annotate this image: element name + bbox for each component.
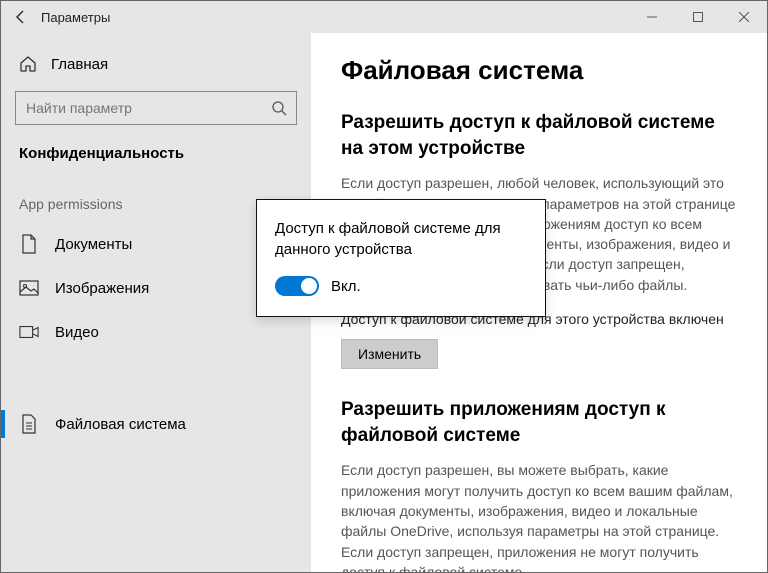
sidebar-home-label: Главная	[51, 56, 108, 73]
sidebar-item-label: Видео	[55, 324, 99, 341]
change-button[interactable]: Изменить	[341, 339, 438, 369]
video-icon	[19, 322, 39, 342]
sidebar-item-label: Изображения	[55, 280, 149, 297]
search-box[interactable]	[15, 91, 297, 125]
minimize-button[interactable]	[629, 1, 675, 33]
toggle-knob	[301, 278, 317, 294]
document-icon	[19, 234, 39, 254]
sidebar-item-filesystem[interactable]: Файловая система	[1, 402, 311, 446]
toggle-state-label: Вкл.	[331, 278, 361, 295]
access-toggle[interactable]	[275, 276, 319, 296]
section1-heading: Разрешить доступ к файловой системе на э…	[341, 110, 737, 161]
home-icon	[19, 55, 37, 73]
sidebar-item-label: Документы	[55, 236, 132, 253]
sidebar-item-label: Файловая система	[55, 416, 186, 433]
sidebar-home[interactable]: Главная	[1, 45, 311, 83]
search-input[interactable]	[16, 100, 262, 116]
maximize-button[interactable]	[675, 1, 721, 33]
search-icon	[262, 100, 296, 116]
sidebar-category: Конфиденциальность	[1, 129, 311, 170]
window-title: Параметры	[41, 10, 110, 25]
image-icon	[19, 278, 39, 298]
page-title: Файловая система	[341, 55, 737, 86]
section2-body: Если доступ разрешен, вы можете выбрать,…	[341, 460, 737, 572]
filesystem-icon	[19, 414, 39, 434]
access-popup: Доступ к файловой системе для данного ус…	[256, 199, 546, 317]
popup-title: Доступ к файловой системе для данного ус…	[275, 218, 527, 260]
section2-heading: Разрешить приложениям доступ к файловой …	[341, 397, 737, 448]
close-button[interactable]	[721, 1, 767, 33]
back-button[interactable]	[1, 1, 41, 33]
